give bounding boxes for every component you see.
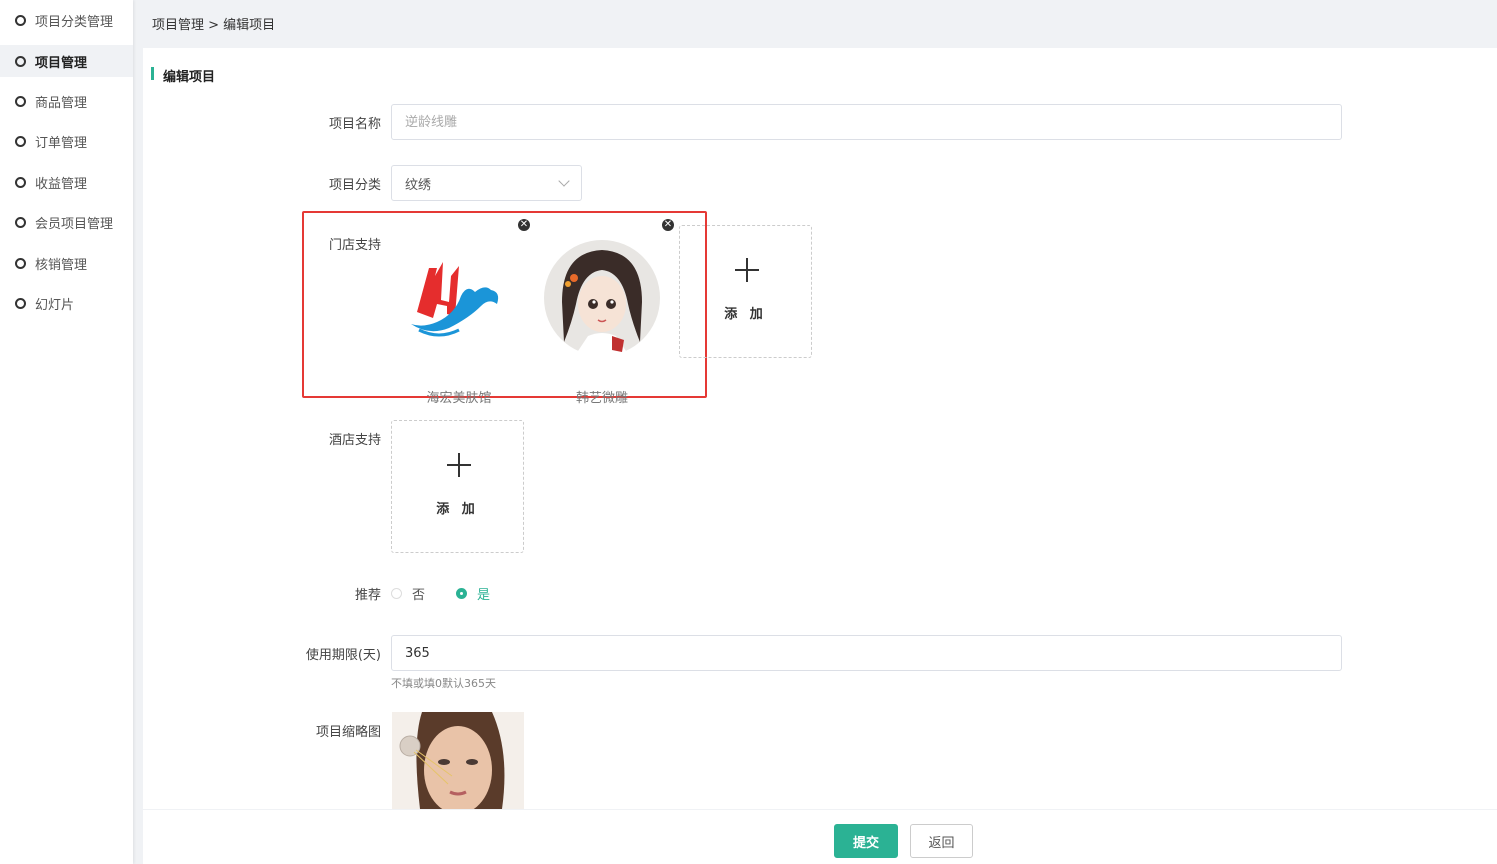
circle-icon <box>15 176 26 188</box>
project-category-select[interactable]: 纹绣 <box>391 165 582 201</box>
sidebar-item-label: 订单管理 <box>35 135 88 151</box>
thumbnail-label: 项目缩略图 <box>315 725 381 740</box>
radio-label: 是 <box>477 588 491 603</box>
circle-icon <box>15 216 26 228</box>
recommend-no-radio[interactable]: 否 <box>391 584 425 603</box>
sidebar-item-category-management[interactable]: 项目分类管理 <box>0 4 133 36</box>
validity-hint: 不填或填0默认365天 <box>391 677 496 690</box>
add-label: 添 加 <box>436 502 479 517</box>
remove-store-button[interactable]: ✕ <box>662 219 674 231</box>
circle-icon <box>15 95 26 107</box>
validity-label: 使用期限(天) <box>305 648 381 663</box>
sidebar-item-label: 会员项目管理 <box>35 216 114 232</box>
back-button[interactable]: 返回 <box>910 824 973 858</box>
sidebar-item-label: 项目管理 <box>35 55 88 71</box>
recommend-label: 推荐 <box>354 588 381 603</box>
close-icon: ✕ <box>519 219 529 230</box>
radio-checked-icon <box>456 588 467 599</box>
add-hotel-button[interactable]: 添 加 <box>391 420 524 553</box>
add-store-button[interactable]: 添 加 <box>679 225 812 358</box>
hotel-support-label: 酒店支持 <box>328 433 381 448</box>
plus-icon-stroke <box>458 453 460 477</box>
sidebar-item-label: 商品管理 <box>35 95 88 111</box>
breadcrumb: 项目管理 > 编辑项目 <box>152 18 276 33</box>
store-name: 海宏美肤馆 <box>426 391 492 406</box>
submit-button[interactable]: 提交 <box>834 824 898 858</box>
footer-bar: 提交 返回 <box>143 810 1497 864</box>
section-title: 编辑项目 <box>151 66 215 85</box>
remove-store-button[interactable]: ✕ <box>518 219 530 231</box>
close-icon: ✕ <box>663 219 673 230</box>
circle-icon <box>15 297 26 309</box>
circle-icon <box>15 14 26 26</box>
sidebar-item-project-management[interactable]: 项目管理 <box>0 45 133 77</box>
plus-icon-stroke <box>746 258 748 282</box>
store-name: 韩艺微雕 <box>575 391 628 406</box>
store-avatar-image <box>532 232 672 372</box>
sidebar-item-label: 核销管理 <box>35 257 88 273</box>
sidebar-item-slideshow[interactable]: 幻灯片 <box>0 287 133 319</box>
sidebar-item-member-project-management[interactable]: 会员项目管理 <box>0 206 133 238</box>
sidebar-item-order-management[interactable]: 订单管理 <box>0 125 133 157</box>
project-name-label: 项目名称 <box>328 117 381 132</box>
sidebar: 项目分类管理 项目管理 商品管理 订单管理 收益管理 会员项目管理 核销管理 幻… <box>0 0 133 864</box>
sidebar-item-verification-management[interactable]: 核销管理 <box>0 247 133 279</box>
validity-input[interactable] <box>391 635 1342 671</box>
project-thumbnail-image[interactable] <box>392 712 524 809</box>
radio-circle-icon <box>391 588 402 599</box>
project-name-input[interactable] <box>391 104 1342 140</box>
sidebar-item-goods-management[interactable]: 商品管理 <box>0 85 133 117</box>
chevron-down-icon <box>558 175 570 187</box>
sidebar-item-revenue-management[interactable]: 收益管理 <box>0 166 133 198</box>
project-category-label: 项目分类 <box>328 178 381 193</box>
circle-icon <box>15 257 26 269</box>
radio-label: 否 <box>412 588 426 603</box>
circle-icon <box>15 55 26 67</box>
sidebar-item-label: 项目分类管理 <box>35 14 114 30</box>
circle-icon <box>15 135 26 147</box>
project-category-value: 纹绣 <box>405 177 432 193</box>
recommend-yes-radio[interactable]: 是 <box>456 584 490 603</box>
edit-project-panel: 编辑项目 项目名称 项目分类 纹绣 门店支持 海宏美肤馆 ✕ <box>143 48 1497 809</box>
sidebar-item-label: 幻灯片 <box>35 297 75 313</box>
add-label: 添 加 <box>724 307 767 322</box>
store-logo-image <box>389 232 529 372</box>
sidebar-item-label: 收益管理 <box>35 176 88 192</box>
